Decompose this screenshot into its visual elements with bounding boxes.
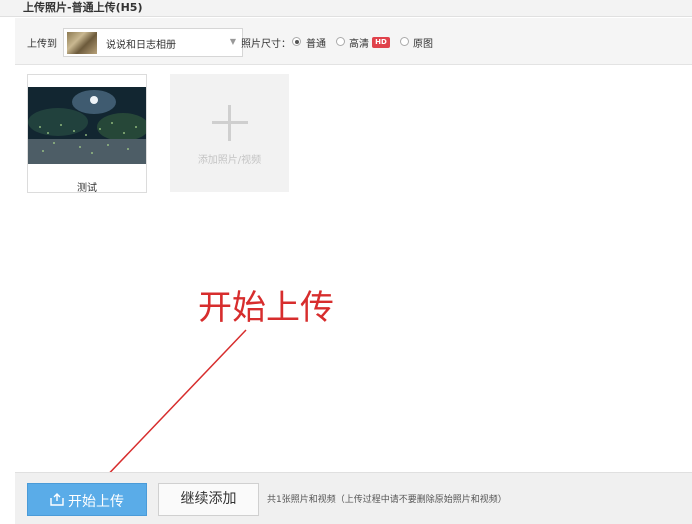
radio-size-original[interactable] — [400, 37, 409, 46]
chevron-down-icon: ▼ — [229, 37, 236, 46]
upload-status-text: 共1张照片和视频（上传过程中请不要删除原始照片和视频） — [267, 495, 507, 505]
photo-caption: 测试 — [77, 183, 97, 194]
hd-badge: HD — [372, 37, 390, 48]
start-upload-button[interactable]: 开始上传 — [27, 483, 147, 516]
radio-size-hd-label: 高清 — [349, 39, 369, 50]
footer-bar: 开始上传 继续添加 共1张照片和视频（上传过程中请不要删除原始照片和视频） — [15, 472, 692, 524]
radio-size-normal[interactable] — [292, 37, 301, 46]
album-name: 说说和日志相册 — [106, 40, 176, 51]
upload-icon — [50, 493, 64, 506]
add-photo-label: 添加照片/视频 — [197, 155, 262, 166]
continue-add-button[interactable]: 继续添加 — [158, 483, 259, 516]
window-title: 上传照片-普通上传(H5) — [0, 0, 692, 17]
radio-size-original-label: 原图 — [413, 39, 433, 50]
upload-to-label: 上传到 — [27, 39, 57, 50]
radio-size-normal-label: 普通 — [306, 39, 326, 50]
add-photo-tile[interactable]: 添加照片/视频 — [170, 74, 289, 192]
photo-item[interactable]: 测试 — [27, 74, 147, 194]
photo-size-label: 照片尺寸： — [241, 39, 291, 50]
album-thumbnail — [67, 32, 97, 54]
annotation-label: 开始上传 — [198, 288, 334, 328]
album-select[interactable]: 说说和日志相册 ▼ — [63, 28, 243, 57]
plus-icon-vertical — [228, 105, 231, 141]
photo-thumbnail — [28, 87, 146, 164]
radio-size-hd[interactable] — [336, 37, 345, 46]
start-upload-label: 开始上传 — [68, 494, 124, 510]
upload-options-bar: 上传到 说说和日志相册 ▼ 照片尺寸： 普通 高清 HD 原图 — [15, 18, 692, 65]
